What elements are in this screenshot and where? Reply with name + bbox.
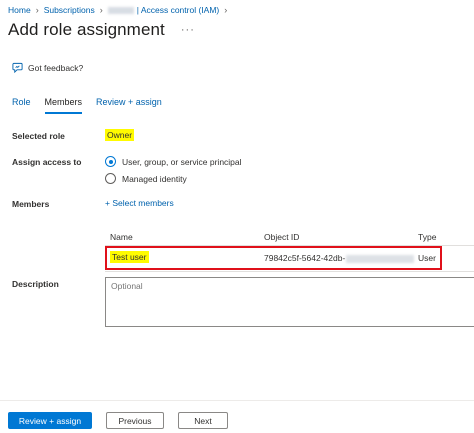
column-header-type: Type [418,232,437,242]
column-header-object-id: Object ID [264,232,300,242]
assign-access-label: Assign access to [12,157,82,167]
member-name-highlight: Test user [110,251,149,263]
more-options-icon[interactable]: ··· [181,24,195,36]
chevron-right-icon: › [35,5,39,15]
title-row: Add role assignment ··· [8,20,195,40]
breadcrumb: Home › Subscriptions › | Access control … [8,5,232,15]
next-button[interactable]: Next [178,412,228,429]
tab-members[interactable]: Members [44,97,83,114]
table-row[interactable]: Test user 79842c5f-5642-42db- User [105,246,442,270]
radio-label: User, group, or service principal [122,156,242,167]
feedback-label: Got feedback? [28,62,84,73]
selected-role-value: Owner [105,129,135,141]
radio-user-group-principal[interactable]: User, group, or service principal [105,156,242,167]
tab-role[interactable]: Role [12,97,31,114]
radio-label: Managed identity [122,173,187,184]
redacted-object-id [346,254,415,263]
members-label: Members [12,199,50,209]
member-object-id-cell: 79842c5f-5642-42db- [264,253,415,263]
selected-role-label: Selected role [12,131,65,141]
feedback-icon [12,62,23,73]
description-label: Description [12,279,59,289]
breadcrumb-subscriptions[interactable]: Subscriptions [44,5,95,15]
description-input[interactable] [105,277,474,327]
breadcrumb-access-control[interactable]: | Access control (IAM) [137,5,220,15]
radio-managed-identity[interactable]: Managed identity [105,173,187,184]
chevron-right-icon: › [224,5,228,15]
feedback-link[interactable]: Got feedback? [12,62,83,73]
select-members-link[interactable]: + Select members [105,198,174,208]
redacted-subscription-name [107,6,134,14]
member-name-cell: Test user [110,251,149,263]
column-header-name: Name [110,232,133,242]
radio-checked-icon[interactable] [105,156,116,167]
member-type-cell: User [418,253,436,263]
selected-role-highlight: Owner [105,129,135,141]
table-row-divider [105,271,474,272]
wizard-tabs: Role Members Review + assign [12,97,176,114]
review-assign-button[interactable]: Review + assign [8,412,92,429]
page-title: Add role assignment [8,20,165,39]
member-object-id: 79842c5f-5642-42db- [264,253,346,263]
footer-divider [0,400,474,401]
radio-unchecked-icon[interactable] [105,173,116,184]
tab-review-assign[interactable]: Review + assign [96,97,162,114]
chevron-right-icon: › [99,5,103,15]
breadcrumb-home[interactable]: Home [8,5,31,15]
previous-button[interactable]: Previous [106,412,164,429]
